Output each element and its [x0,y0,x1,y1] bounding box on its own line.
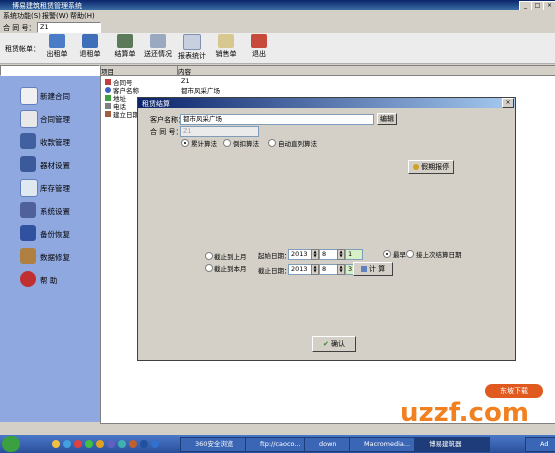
documents-icon [20,110,38,128]
pencil-icon [218,34,234,48]
quicklaunch-icon[interactable] [107,440,115,448]
quicklaunch-icon[interactable] [140,440,148,448]
inventory-icon [20,179,38,197]
taskbar: 360安全浏览 ftp://caoco... down Macromedia..… [0,435,555,453]
dialog-close-button[interactable]: × [502,98,514,108]
contract-row: 合 同 号： Z1 [0,21,555,33]
watermark-badge: 东坡下载 [485,384,543,398]
until-this-month-label: 截止到本月 [214,265,247,273]
calculate-button[interactable]: 计 算 [353,262,393,276]
start-button[interactable] [2,436,20,452]
column-header-item[interactable]: 项目 [101,66,178,76]
rent-out-button[interactable]: 出租单 [45,33,69,63]
menu-help[interactable]: 帮助(H) [70,11,95,21]
dialog-title: 租赁结算 [142,100,170,108]
tree-value: 都市风采广场 [181,87,220,95]
checkmark-icon: ✔ [322,340,329,348]
quicklaunch-icon[interactable] [96,440,104,448]
end-date-label: 截止日期： [258,267,291,275]
contract-number-input[interactable]: Z1 [37,22,101,33]
settlement-button[interactable]: 结算单 [112,33,138,63]
help-icon [20,271,36,287]
menu-system[interactable]: 系统功能(S) [3,11,41,21]
report-icon [183,34,201,50]
payment-icon [20,133,36,149]
quicklaunch-icon[interactable] [74,440,82,448]
method-deduct-radio[interactable] [223,139,231,147]
quicklaunch-icon[interactable] [85,440,93,448]
customer-name-input[interactable]: 都市风采广场 [180,114,374,125]
continue-last-radio[interactable] [406,250,414,258]
delivery-status-button[interactable]: 送还情况 [142,33,174,63]
earliest-radio[interactable] [383,250,391,258]
holiday-stop-button[interactable]: 假期报停 [408,160,454,174]
exit-button[interactable]: 退出 [248,33,270,63]
dialog-contract-input: Z1 [180,126,259,137]
end-month-spinner[interactable]: ▲ ▼ [337,264,345,275]
calculator-icon [117,34,133,48]
backup-icon [20,225,36,241]
gear-icon [20,202,36,218]
window-titlebar: 博易建筑租赁管理系统 _ □ × [0,0,555,11]
start-year-spinner[interactable]: ▲ ▼ [311,249,319,260]
dialog-contract-label: 合 同 号： [150,128,183,136]
house-icon [49,34,65,48]
contract-label: 合 同 号： [3,24,36,32]
sales-order-button[interactable]: 销售单 [212,33,240,63]
start-year-input[interactable]: 2013 [288,249,312,260]
taskbar-item-app[interactable]: 博易建筑器 [414,437,490,452]
continue-last-label: 接上次结算日期 [416,251,462,259]
until-last-month-label: 截止到上月 [214,253,247,261]
calculator-icon [360,266,367,272]
toolbar-label: 租赁帐单： [5,45,40,53]
taskbar-item-ad[interactable]: Ad [525,437,555,452]
document-icon [150,34,166,48]
column-header-content[interactable]: 内容 [178,66,555,76]
method-cumulative-label: 累计算法 [191,140,217,148]
watermark-text: uzzf.com [400,398,529,428]
equipment-icon [20,156,36,172]
start-date-label: 起始日期： [258,252,291,260]
watermark: 东坡下载 uzzf.com [400,380,550,430]
settlement-dialog: 租赁结算 × 客户名称： 都市风采广场 编辑 合 同 号： Z1 累计算法 倒扣… [137,97,516,361]
quicklaunch-icon[interactable] [129,440,137,448]
tree-value: Z1 [181,77,190,85]
end-year-spinner[interactable]: ▲ ▼ [311,264,319,275]
toolbar: 租赁帐单： 出租单 退租单 结算单 送还情况 报表统计 销售单 退出 [0,33,555,64]
start-month-spinner[interactable]: ▲ ▼ [337,249,345,260]
quicklaunch-icon[interactable] [63,440,71,448]
method-deduct-label: 倒扣算法 [233,140,259,148]
repair-icon [20,248,36,264]
end-year-input[interactable]: 2013 [288,264,312,275]
earliest-label: 最早 [393,251,406,259]
quicklaunch-icon[interactable] [118,440,126,448]
report-statistics-button[interactable]: 报表统计 [176,33,208,63]
method-auto-label: 自动直列算法 [278,140,317,148]
new-document-icon [20,87,38,105]
calendar-icon [105,111,111,117]
method-cumulative-radio[interactable] [181,139,189,147]
start-day-input[interactable]: 1 [345,249,363,260]
edit-button[interactable]: 编辑 [377,113,397,125]
nav-header [0,65,100,76]
method-auto-radio[interactable] [268,139,276,147]
house-return-icon [82,34,98,48]
until-this-month-radio[interactable] [205,264,213,272]
confirm-button[interactable]: ✔ 确认 [312,336,356,352]
menubar: 系统功能(S) 报警(W) 帮助(H) [0,10,555,21]
left-nav: 新建合同 合同管理 收款管理 器材设置 库存管理 系统设置 备份恢复 数据修复 … [0,76,100,422]
start-month-input[interactable]: 8 [319,249,338,260]
quicklaunch-icon[interactable] [151,440,159,448]
tree-row[interactable]: 建立日期 [105,109,139,119]
until-last-month-radio[interactable] [205,252,213,260]
exit-icon [251,34,267,48]
holiday-icon [412,164,419,170]
end-month-input[interactable]: 8 [319,264,338,275]
dialog-titlebar: 租赁结算 × [138,98,515,108]
return-button[interactable]: 退租单 [78,33,102,63]
menu-alarm[interactable]: 报警(W) [42,11,68,21]
quicklaunch-icon[interactable] [52,440,60,448]
